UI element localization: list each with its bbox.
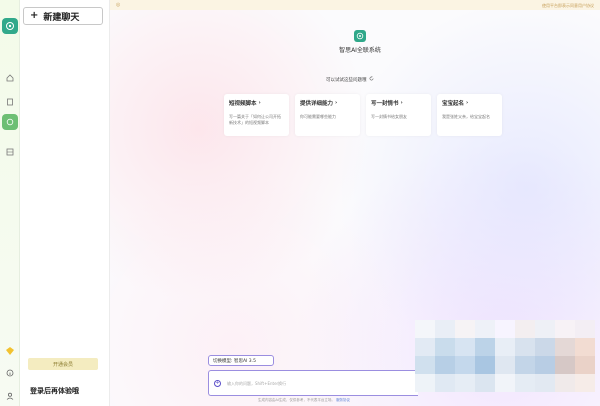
icon-rail xyxy=(0,0,20,406)
login-prompt[interactable]: 登录后再体验哦 xyxy=(30,386,79,396)
notice-bar: ◎ 使用平台即表示同意用户协议 xyxy=(110,0,600,10)
new-chat-button[interactable]: + 新建聊天 xyxy=(23,7,103,25)
new-chat-label: 新建聊天 xyxy=(43,12,80,23)
chevron-right-icon: › xyxy=(335,100,338,106)
suggestion-card[interactable]: 提供详细能力 › 你可能需要哪些能力 xyxy=(295,94,360,136)
suggest-text: 可以试试这些问题哦 xyxy=(326,77,367,83)
plus-icon: + xyxy=(30,10,39,21)
card-title: 短视频脚本 xyxy=(229,101,257,107)
card-desc: 我是张姓父亲，给宝宝起名 xyxy=(442,114,490,119)
chat-input[interactable] xyxy=(227,380,387,386)
obscured-region xyxy=(415,320,595,392)
chevron-right-icon: › xyxy=(400,100,403,106)
suggestion-card[interactable]: 短视频脚本 › 写一篇关于「如何让公司开拓新技术」的短视频脚本 xyxy=(224,94,289,136)
library-icon[interactable] xyxy=(4,146,16,158)
suggestion-card[interactable]: 宝宝起名 › 我是张姓父亲，给宝宝起名 xyxy=(437,94,502,136)
terms-link[interactable]: 服务协议 xyxy=(336,398,350,402)
suggest-label: 可以试试这些问题哦 xyxy=(326,76,374,83)
notice-text[interactable]: 使用平台即表示同意用户协议 xyxy=(542,3,594,9)
chevron-right-icon: › xyxy=(466,100,469,106)
chevron-right-icon: › xyxy=(258,100,261,106)
suggestion-card[interactable]: 写一封情书 › 写一封情书给女朋友 xyxy=(366,94,431,136)
refresh-icon[interactable] xyxy=(369,76,374,83)
card-title: 提供详细能力 xyxy=(300,101,334,107)
sidebar: + 新建聊天 开通会员 登录后再体验哦 xyxy=(20,0,110,406)
add-attachment-icon[interactable]: + xyxy=(214,379,221,387)
info-icon[interactable] xyxy=(4,367,16,379)
disclaimer-text: 生成内容由AI生成，仅供参考，不代表平台立场。 xyxy=(258,398,335,402)
footer-disclaimer: 生成内容由AI生成，仅供参考，不代表平台立场。 服务协议 xyxy=(258,398,350,403)
card-desc: 写一封情书给女朋友 xyxy=(371,114,407,119)
card-desc: 你可能需要哪些能力 xyxy=(300,114,336,119)
card-desc: 写一篇关于「如何让公司开拓新技术」的短视频脚本 xyxy=(229,114,281,125)
upgrade-button[interactable]: 开通会员 xyxy=(28,358,98,370)
notice-icon: ◎ xyxy=(116,2,121,8)
document-icon[interactable] xyxy=(4,96,16,108)
chat-input-box: + xyxy=(208,370,418,396)
brand-title: 智思AI全联系统 xyxy=(339,47,381,54)
brand-logo-icon xyxy=(354,30,366,42)
chat-icon[interactable] xyxy=(2,114,18,130)
card-title: 写一封情书 xyxy=(371,101,399,107)
vip-icon[interactable] xyxy=(4,345,16,357)
home-icon[interactable] xyxy=(4,72,16,84)
model-switch-button[interactable]: 切换模型: 智思AI 3.5 xyxy=(208,355,274,366)
user-icon[interactable] xyxy=(4,390,16,402)
logo-icon[interactable] xyxy=(2,18,18,34)
card-title: 宝宝起名 xyxy=(442,101,465,107)
suggestion-cards: 短视频脚本 › 写一篇关于「如何让公司开拓新技术」的短视频脚本 提供详细能力 › 你… xyxy=(224,94,502,136)
